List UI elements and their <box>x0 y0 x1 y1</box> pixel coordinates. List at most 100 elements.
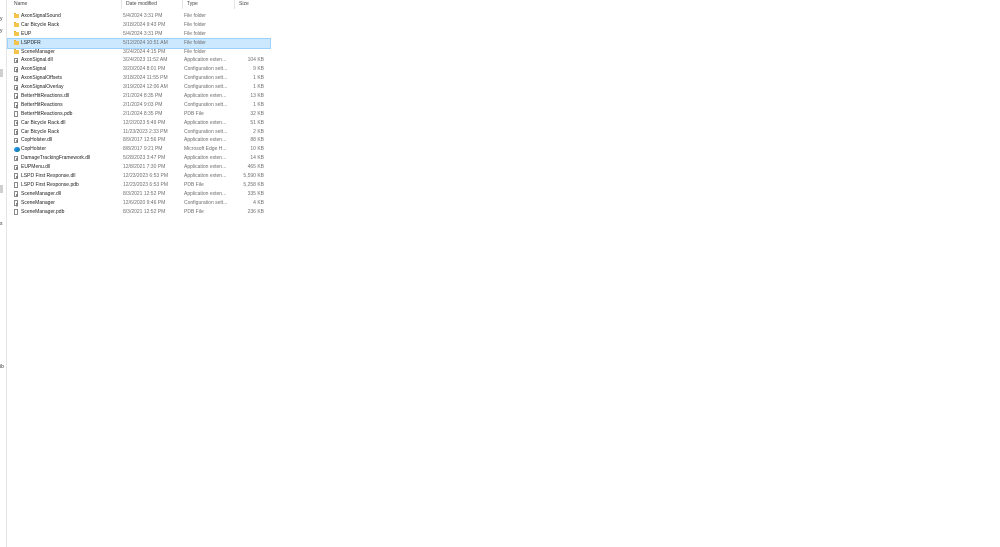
file-icon-cell <box>13 48 20 57</box>
folder-icon <box>14 22 19 28</box>
file-type: PDB File <box>184 208 204 215</box>
file-row[interactable]: SceneManager 3/24/2024 4:15 PM File folder <box>8 48 270 57</box>
file-name: SceneManager.pdb <box>21 208 65 215</box>
column-header-date-modified[interactable]: Date modified <box>121 0 183 9</box>
file-size: 14 KB <box>250 155 264 162</box>
file-size: 5,590 KB <box>243 173 264 180</box>
file-type: PDB File <box>184 110 204 117</box>
column-header-name[interactable]: Name <box>10 0 123 9</box>
file-date-modified: 2/1/2024 8:35 PM <box>123 110 163 117</box>
file-name: Car Bicycle Rack.dll <box>21 119 66 126</box>
column-header-type[interactable]: Type <box>182 0 234 9</box>
file-name: EUP <box>21 30 32 37</box>
file-name: LSPD First Response.dll <box>21 173 76 180</box>
dll-icon <box>14 137 19 144</box>
file-name: CopHolster.dll <box>21 137 53 144</box>
file-date-modified: 5/12/2024 10:51 AM <box>123 39 168 46</box>
nav-item-text[interactable]: y <box>0 16 3 22</box>
file-date-modified: 3/24/2024 4:15 PM <box>123 48 166 55</box>
file-row[interactable]: Car Bicycle Rack 3/18/2024 9:43 PM File fo… <box>8 21 270 30</box>
column-header-bar: Name Date modified Type Size <box>8 0 270 9</box>
file-type: Application exten... <box>184 164 227 171</box>
file-type: Application exten... <box>184 57 227 64</box>
file-row[interactable]: AxonSignalOverlay 3/19/2024 12:06 AM Confi… <box>8 83 270 92</box>
folder-icon <box>14 30 19 37</box>
file-name: SceneManager <box>21 48 55 55</box>
file-row[interactable]: BetterHitReactions 2/1/2024 9:03 PM Config… <box>8 101 270 110</box>
file-name: AxonSignal.dll <box>21 57 53 64</box>
file-size: 4 KB <box>253 199 264 206</box>
file-date-modified: 8/9/2017 12:56 PM <box>123 137 166 144</box>
file-date-modified: 5/4/2024 3:31 PM <box>123 30 163 37</box>
file-name: EUPMenu.dll <box>21 164 51 171</box>
config-icon <box>14 200 19 206</box>
file-icon-cell <box>13 12 20 21</box>
file-icon-cell <box>13 65 20 74</box>
file-date-modified: 5/4/2024 3:31 PM <box>123 13 163 19</box>
column-header-size[interactable]: Size <box>234 0 268 9</box>
file-row[interactable]: DamageTrackingFramework.dll 5/28/2023 3:4… <box>8 154 270 163</box>
file-type: File folder <box>184 21 206 28</box>
file-date-modified: 12/23/2023 6:53 PM <box>123 173 169 180</box>
nav-item-text[interactable]: y <box>0 28 3 34</box>
file-row[interactable]: AxonSignal 3/20/2024 8:01 PM Configuration… <box>8 65 270 74</box>
dll-icon <box>14 164 19 171</box>
file-row[interactable]: LSPDFR 5/12/2024 10:51 AM File folder <box>7 37 271 49</box>
file-row[interactable]: EUP 5/4/2024 3:31 PM File folder <box>8 30 270 39</box>
file-row[interactable]: AxonSignal.dll 3/24/2023 11:52 AM Applicat… <box>8 56 270 65</box>
nav-item-text[interactable]: ib <box>0 364 4 370</box>
file-size: 2 KB <box>253 128 264 135</box>
config-icon <box>14 66 19 73</box>
file-icon-cell <box>13 181 20 190</box>
config-icon <box>14 84 19 91</box>
file-size: 104 KB <box>247 57 264 64</box>
file-row[interactable]: LSPD First Response.pdb 12/23/2023 6:53 P… <box>8 181 270 190</box>
dll-icon <box>14 173 19 180</box>
navigation-pane[interactable]: y y s ib <box>0 0 7 547</box>
file-name: AxonSignalOffsets <box>21 75 63 82</box>
file-date-modified: 8/3/2021 12:52 PM <box>123 190 166 197</box>
config-icon <box>14 128 19 135</box>
file-icon <box>14 208 19 215</box>
file-date-modified: 8/8/2017 9:21 PM <box>123 146 163 153</box>
file-icon-cell <box>13 83 20 92</box>
file-date-modified: 3/18/2024 11:55 PM <box>123 75 168 82</box>
file-size: 13 KB <box>250 93 264 100</box>
file-row[interactable]: LSPD First Response.dll 12/23/2023 6:53 P… <box>8 172 270 181</box>
file-icon-cell <box>13 119 20 128</box>
file-name: Car Bicycle Rack <box>21 128 60 135</box>
file-name: SceneManager.dll <box>21 190 62 197</box>
file-size: 51 KB <box>250 119 264 126</box>
file-row[interactable]: CopHolster.dll 8/9/2017 12:56 PM Applicati… <box>8 136 270 145</box>
file-row[interactable]: CopHolster 8/8/2017 9:21 PM Microsoft Edge… <box>8 145 270 154</box>
file-row[interactable]: AxonSignalOffsets 3/18/2024 11:55 PM Confi… <box>8 74 270 83</box>
file-row[interactable]: Car Bicycle Rack 11/23/2023 2:33 PM Config… <box>8 128 270 137</box>
file-row[interactable]: BetterHitReactions.pdb 2/1/2024 8:35 PM PD… <box>8 110 270 119</box>
file-icon-cell <box>13 128 20 137</box>
file-row[interactable]: AxonSignalSound 5/4/2024 3:31 PM File fold… <box>8 12 270 21</box>
file-row[interactable]: BetterHitReactions.dll 2/1/2024 8:35 PM Ap… <box>8 92 270 101</box>
file-icon-cell <box>13 21 20 30</box>
file-name: SceneManager <box>21 199 55 206</box>
file-icon-cell <box>13 30 20 39</box>
file-icon <box>14 111 19 117</box>
file-row[interactable]: SceneManager.dll 8/3/2021 12:52 PM Applica… <box>8 190 270 199</box>
file-type: Configuration sett... <box>184 66 228 73</box>
file-name: AxonSignalSound <box>21 13 61 19</box>
dll-icon <box>14 155 19 162</box>
file-row[interactable]: EUPMenu.dll 12/8/2021 7:30 PM Application … <box>8 163 270 172</box>
nav-item-text[interactable]: s <box>0 221 3 227</box>
file-size: 88 KB <box>250 137 264 144</box>
folder-icon <box>14 13 19 19</box>
file-row[interactable]: SceneManager 12/6/2020 9:46 PM Configurati… <box>8 199 270 208</box>
file-icon-cell <box>13 163 20 172</box>
edge-icon <box>14 146 20 153</box>
file-row[interactable]: SceneManager.pdb 8/3/2021 12:52 PM PDB Fil… <box>8 208 270 217</box>
file-type: Configuration sett... <box>184 199 228 206</box>
file-size: 236 KB <box>247 208 264 215</box>
file-date-modified: 3/19/2024 12:06 AM <box>123 84 168 91</box>
file-row[interactable]: Car Bicycle Rack.dll 12/2/2023 5:49 PM App… <box>8 119 270 128</box>
file-icon-cell <box>13 56 20 65</box>
nav-pin-marker <box>0 185 3 193</box>
file-type: File folder <box>184 39 206 46</box>
